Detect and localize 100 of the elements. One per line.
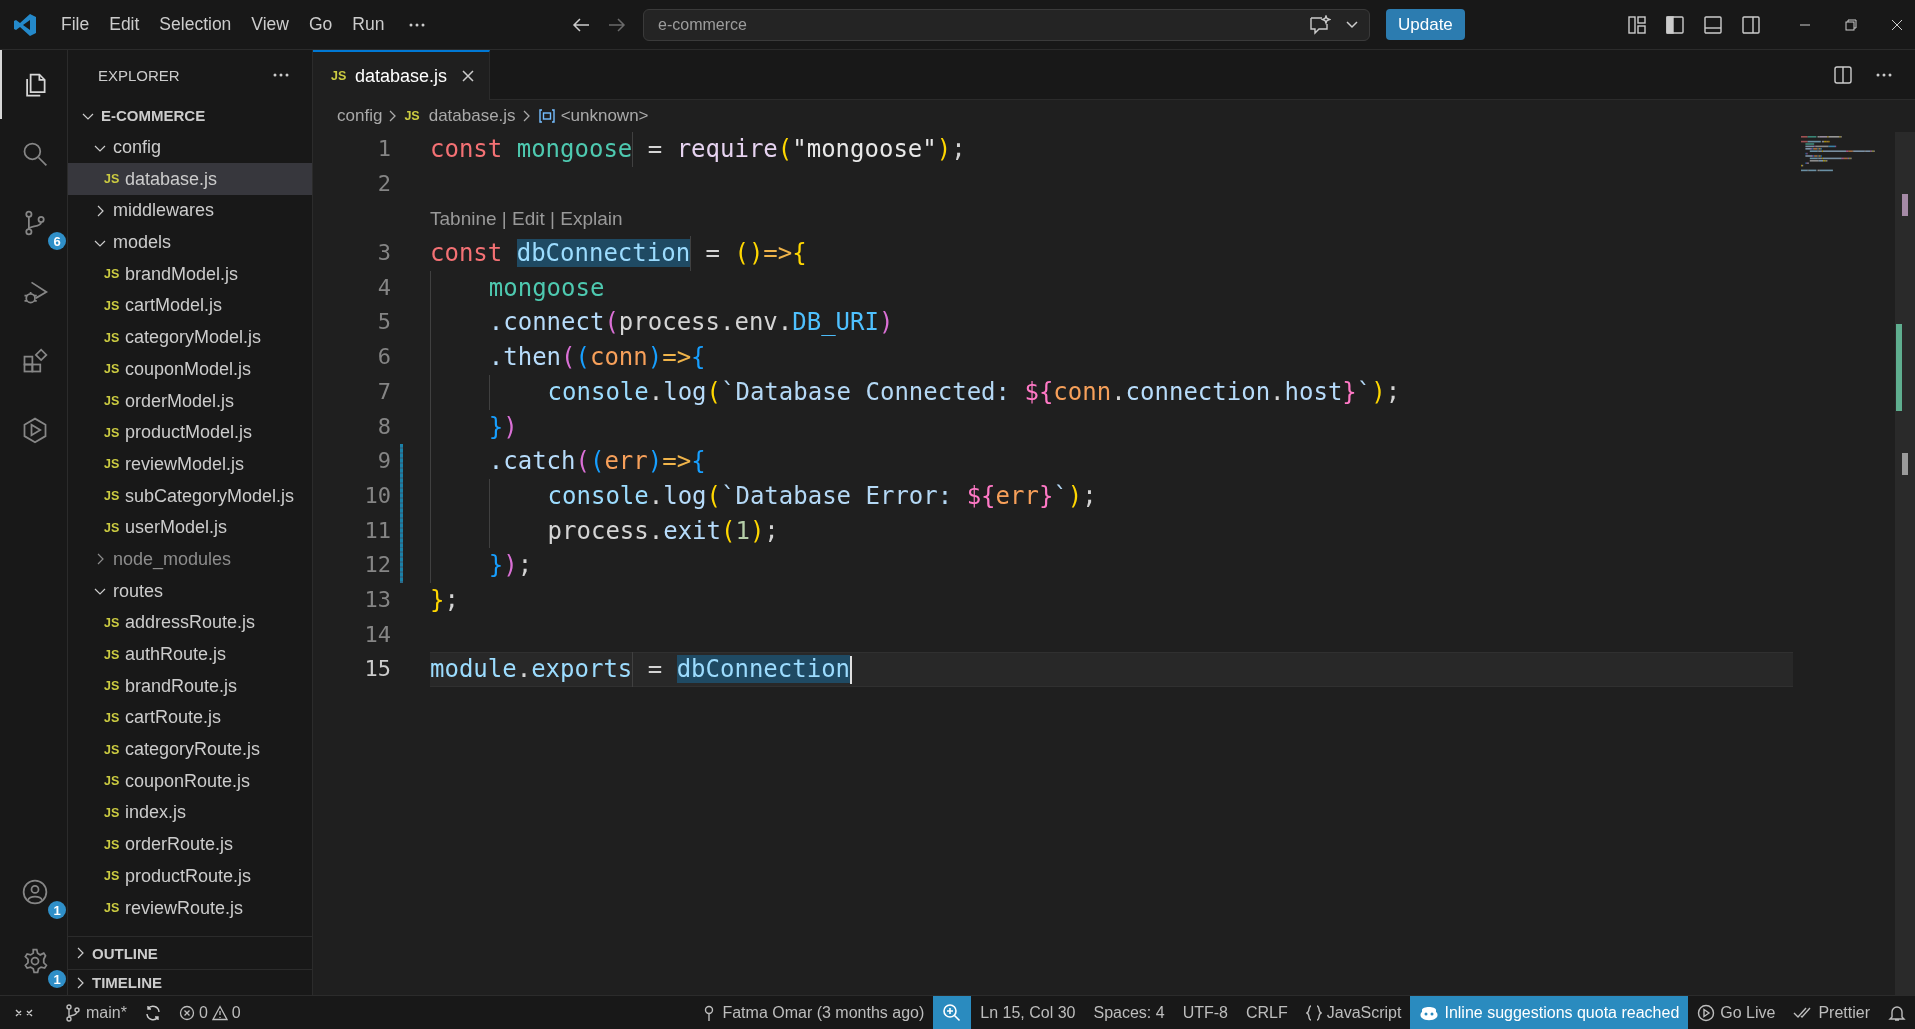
symbol-icon <box>537 108 556 124</box>
tree-item[interactable]: JS productRoute.js <box>68 860 312 893</box>
problems-status[interactable]: 0 0 <box>169 1003 250 1022</box>
activity-item[interactable]: 1 <box>0 926 67 995</box>
menu-item[interactable]: File <box>51 10 100 39</box>
tree-item[interactable]: config <box>68 131 312 164</box>
breadcrumb[interactable]: config <box>337 106 383 126</box>
line-number: 15 <box>363 655 391 684</box>
more-icon[interactable] <box>408 21 427 28</box>
menu-item[interactable]: Selection <box>149 10 242 39</box>
line-number: 1 <box>376 135 391 163</box>
tree-item[interactable]: JS reviewRoute.js <box>68 892 312 924</box>
line-number: 7 <box>376 377 391 406</box>
status-item[interactable]: Prettier <box>1784 996 1879 1029</box>
tree-item[interactable]: JS reviewModel.js <box>68 448 312 481</box>
tree-item[interactable]: JS addressRoute.js <box>68 607 312 639</box>
js-file-icon: JS <box>104 742 120 757</box>
menu-item[interactable]: Run <box>342 10 395 39</box>
menu-item[interactable]: Edit <box>99 10 150 39</box>
editor-tab[interactable]: JS database.js <box>313 50 491 100</box>
js-file-icon: JS <box>104 267 120 282</box>
line-number: 10 <box>363 481 391 510</box>
menu-item[interactable]: Go <box>299 10 343 39</box>
line-number: 2 <box>376 169 391 198</box>
code-line: process.exit(1); <box>430 513 779 549</box>
chat-sparkle-icon[interactable] <box>1309 14 1331 35</box>
layout-icon[interactable] <box>1627 14 1647 35</box>
status-item[interactable]: Inline suggestions quota reached <box>1410 996 1689 1029</box>
tree-item[interactable]: JS productModel.js <box>68 416 312 449</box>
more-icon[interactable] <box>272 72 290 78</box>
bell-icon[interactable] <box>1888 1003 1906 1022</box>
tree-item[interactable]: JS categoryRoute.js <box>68 733 312 766</box>
tree-item[interactable]: routes <box>68 575 312 607</box>
tree-item[interactable]: JS categoryModel.js <box>68 321 312 354</box>
more-icon[interactable] <box>1875 71 1893 78</box>
tree-item[interactable]: node_modules <box>68 543 312 576</box>
status-item[interactable]: UTF-8 <box>1173 996 1237 1029</box>
tree-item[interactable]: E-COMMERCE <box>68 100 312 132</box>
js-file-icon: JS <box>104 298 120 313</box>
sync-icon[interactable] <box>143 1003 162 1022</box>
command-center[interactable]: e-commerce <box>643 8 1370 41</box>
text-cursor <box>850 655 853 684</box>
zoom-in-icon <box>942 1002 963 1023</box>
status-item[interactable]: Fatma Omar (3 months ago) <box>692 996 934 1029</box>
line-number: 14 <box>363 620 391 649</box>
menu-item[interactable]: View <box>241 10 299 39</box>
js-file-icon: JS <box>104 869 120 884</box>
caret-icon[interactable] <box>1345 19 1359 30</box>
close-icon[interactable] <box>461 69 476 83</box>
js-file-icon: JS <box>104 615 120 630</box>
error-icon <box>178 1004 195 1021</box>
tree-item[interactable]: JS orderRoute.js <box>68 828 312 861</box>
js-file-icon: JS <box>104 901 120 916</box>
section-header[interactable]: OUTLINE <box>68 936 312 969</box>
code-line: .then((conn)=>{ <box>430 340 706 375</box>
tree-item[interactable]: middlewares <box>68 195 312 227</box>
tree-item[interactable]: JS brandRoute.js <box>68 670 312 703</box>
code-line: console.log(`Database Connected: ${conn.connection.host}`); <box>430 374 1401 410</box>
tree-item[interactable]: JS couponModel.js <box>68 353 312 386</box>
status-item[interactable]: CRLF <box>1236 996 1297 1029</box>
tree-item[interactable]: JS authRoute.js <box>68 638 312 671</box>
tree-item[interactable]: JS index.js <box>68 797 312 829</box>
panel-title: EXPLORER <box>98 66 180 84</box>
update-button[interactable]: Update <box>1386 9 1465 40</box>
tree-item[interactable]: JS cartRoute.js <box>68 702 312 734</box>
secondary-sidebar-icon[interactable] <box>1741 14 1761 35</box>
breadcrumb[interactable]: <unknown> <box>560 106 649 126</box>
activity-item[interactable]: 1 <box>0 857 67 926</box>
line-number: 5 <box>376 308 391 337</box>
tree-item[interactable]: JS couponRoute.js <box>68 765 312 798</box>
status-item[interactable]: Go Live <box>1688 996 1785 1029</box>
tree-item[interactable]: JS brandModel.js <box>68 258 312 291</box>
activity-item[interactable]: 6 <box>0 188 67 257</box>
js-file-icon: JS <box>104 394 120 409</box>
tree-item[interactable]: JS database.js <box>68 163 312 196</box>
tree-item[interactable]: JS cartModel.js <box>68 290 312 322</box>
line-number: 4 <box>376 273 391 302</box>
tree-item[interactable]: JS userModel.js <box>68 511 312 544</box>
panel-toggle-icon[interactable] <box>1703 14 1723 35</box>
status-button[interactable] <box>933 996 972 1029</box>
forward-arrow-icon[interactable] <box>607 15 627 34</box>
status-item[interactable]: JavaScript <box>1296 996 1411 1029</box>
scrollbar[interactable] <box>1895 132 1915 995</box>
js-file-icon: JS <box>104 837 120 852</box>
back-arrow-icon[interactable] <box>571 15 591 34</box>
tree-item[interactable]: JS subCategoryModel.js <box>68 480 312 512</box>
close-icon[interactable] <box>1891 18 1903 31</box>
breadcrumb[interactable]: database.js <box>428 106 516 126</box>
warning-count: 0 <box>231 1003 241 1022</box>
sidebar-toggle-icon[interactable] <box>1665 14 1685 35</box>
code-lens[interactable]: Tabnine | Edit | Explain <box>430 207 623 230</box>
tree-item[interactable]: models <box>68 226 312 259</box>
status-item[interactable]: Ln 15, Col 30 <box>971 996 1085 1029</box>
account-icon[interactable] <box>20 877 49 906</box>
restore-icon[interactable] <box>1845 18 1857 31</box>
status-item[interactable]: Spaces: 4 <box>1084 996 1174 1029</box>
tree-item[interactable]: JS orderModel.js <box>68 385 312 417</box>
branch-status[interactable]: main* <box>56 1003 136 1022</box>
line-number: 9 <box>376 447 391 476</box>
split-editor-icon[interactable] <box>1833 64 1853 85</box>
